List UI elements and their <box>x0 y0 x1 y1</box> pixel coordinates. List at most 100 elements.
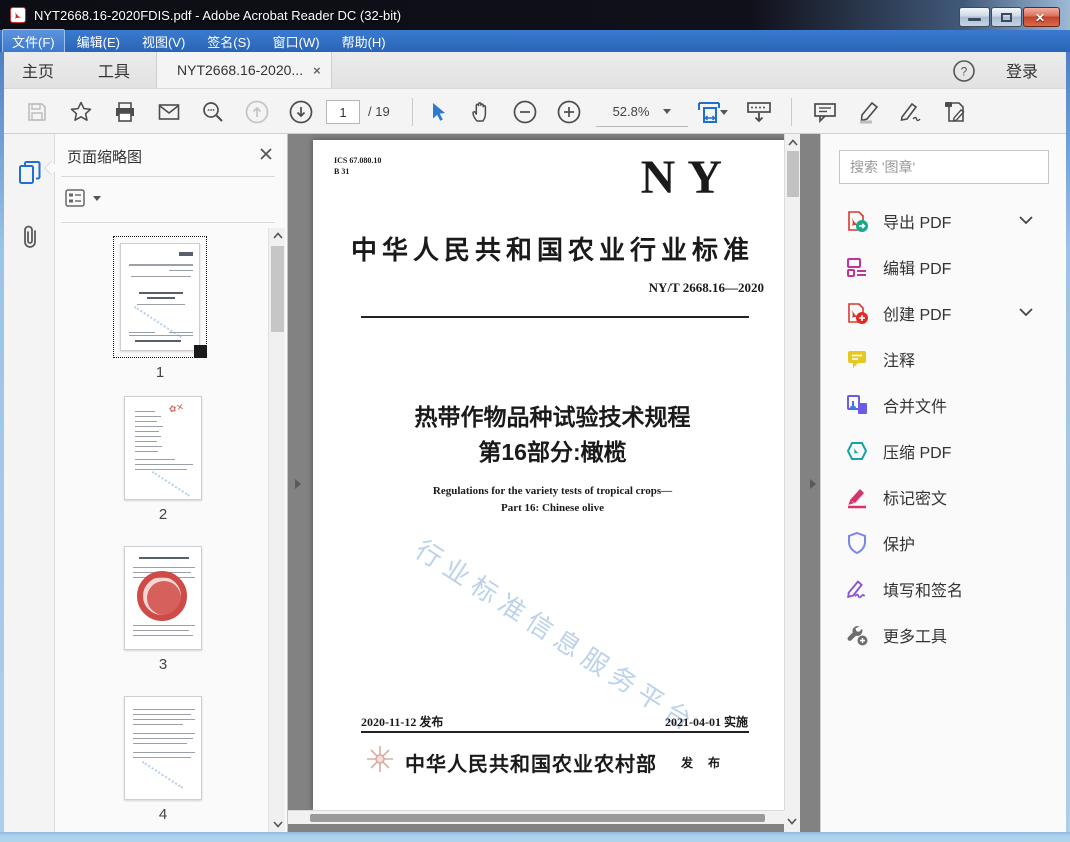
reading-mode-icon <box>747 102 771 123</box>
login-button[interactable]: 登录 <box>1006 52 1038 88</box>
comment-button[interactable] <box>810 97 840 127</box>
tab-close-icon[interactable]: × <box>313 63 321 78</box>
tool-label: 创建 PDF <box>883 307 952 324</box>
scrollbar-thumb[interactable] <box>787 151 799 197</box>
tool-label: 更多工具 <box>883 629 948 646</box>
close-button[interactable]: ✕ <box>1023 7 1060 27</box>
chevron-down-icon[interactable] <box>1019 212 1033 230</box>
hand-tool-button[interactable] <box>466 97 496 127</box>
tab-bar: 主页 工具 NYT2668.16-2020... × ? 登录 <box>4 52 1066 88</box>
chevron-down-icon[interactable] <box>720 110 728 115</box>
scrollbar-thumb[interactable] <box>310 814 765 822</box>
help-button[interactable]: ? <box>952 59 976 83</box>
previous-page-button[interactable] <box>242 97 272 127</box>
english-subtitle-line1: Regulations for the variety tests of tro… <box>432 485 673 497</box>
thumbnail-panel-scrollbar[interactable] <box>268 228 285 832</box>
zoom-out-button[interactable] <box>510 97 540 127</box>
thumbnail-page-4[interactable]: 4 <box>124 696 202 823</box>
print-button[interactable] <box>110 97 140 127</box>
next-page-button[interactable] <box>286 97 316 127</box>
right-panel-collapse-handle[interactable] <box>807 471 819 497</box>
tool-create-pdf[interactable]: 创建 PDF <box>821 290 1067 336</box>
reading-mode-button[interactable] <box>744 97 774 127</box>
maximize-button[interactable] <box>991 7 1022 27</box>
panel-close-button[interactable] <box>255 143 277 165</box>
page-thumbnails-rail-button[interactable] <box>15 158 45 188</box>
chevron-down-icon <box>93 195 101 201</box>
minimize-button[interactable] <box>959 7 990 27</box>
standard-heading: 中华人民共和国农业行业标准 <box>350 236 754 265</box>
options-list-icon <box>65 189 85 207</box>
email-button[interactable] <box>154 97 184 127</box>
search-button[interactable] <box>198 97 228 127</box>
tab-tools[interactable]: 工具 <box>92 52 136 88</box>
thumbnail-page-1[interactable]: 1 <box>113 236 207 381</box>
tool-label: 填写和签名 <box>883 583 964 600</box>
select-tool-button[interactable] <box>424 97 454 127</box>
scroll-up-arrow[interactable] <box>785 135 801 150</box>
tool-combine-files[interactable]: 合并文件 <box>821 382 1067 428</box>
thumbnail-page-2[interactable]: ✿✕ 2 <box>124 396 202 523</box>
tool-redact[interactable]: 标记密文 <box>821 474 1067 520</box>
star-button[interactable] <box>66 97 96 127</box>
zoom-level-dropdown[interactable]: 52.8% <box>596 97 688 127</box>
scroll-up-arrow[interactable] <box>269 228 286 243</box>
menu-help[interactable]: 帮助(H) <box>332 29 396 54</box>
navigation-rail <box>4 134 55 832</box>
scrollbar-thumb[interactable] <box>271 246 284 332</box>
save-button[interactable] <box>22 97 52 127</box>
fill-sign-toolbar-button[interactable] <box>897 97 927 127</box>
scroll-down-arrow[interactable] <box>784 810 800 832</box>
tool-fill-sign[interactable]: 填写和签名 <box>821 566 1067 612</box>
print-icon <box>116 102 134 122</box>
panel-title: 页面缩略图 <box>67 149 143 166</box>
highlight-button[interactable] <box>854 97 884 127</box>
window-border-bottom <box>0 832 1070 842</box>
comment-bubble-icon <box>845 347 869 371</box>
page-count-label: / 19 <box>368 104 390 119</box>
attachments-rail-button[interactable] <box>15 222 45 252</box>
tool-label: 编辑 PDF <box>883 261 952 278</box>
left-panel-collapse-handle[interactable] <box>292 471 304 497</box>
close-icon: ✕ <box>1035 11 1046 25</box>
tools-search-input[interactable] <box>839 150 1049 184</box>
menu-window[interactable]: 窗口(W) <box>263 29 330 54</box>
tool-compress-pdf[interactable]: 压缩 PDF <box>821 428 1067 474</box>
tab-document[interactable]: NYT2668.16-2020... × <box>156 52 332 88</box>
tool-export-pdf[interactable]: 导出 PDF <box>821 198 1067 244</box>
document-vertical-scrollbar[interactable] <box>784 134 800 810</box>
thumbnail-selection-border <box>113 236 207 358</box>
scroll-down-arrow[interactable] <box>269 817 286 832</box>
thumbnail-page-image: ✿✕ <box>124 396 202 500</box>
chevron-down-icon[interactable] <box>1019 304 1033 322</box>
tool-comment[interactable]: 注释 <box>821 336 1067 382</box>
tools-panel: 导出 PDF 编辑 PDF 创建 PDF <box>820 134 1066 832</box>
star-icon <box>70 101 92 121</box>
ics-classification: ICS 67.080.10 B 31 <box>334 156 382 176</box>
tool-label: 注释 <box>883 353 916 370</box>
page-edit-icon <box>945 102 965 122</box>
page-number-input[interactable] <box>326 100 360 124</box>
tool-label: 压缩 PDF <box>883 445 952 462</box>
thumbnail-options-button[interactable] <box>65 186 105 210</box>
document-horizontal-scrollbar[interactable] <box>288 810 784 824</box>
menu-sign[interactable]: 签名(S) <box>197 29 260 54</box>
shield-icon <box>845 531 869 555</box>
fill-sign-icon <box>845 577 869 601</box>
menu-view[interactable]: 视图(V) <box>132 29 195 54</box>
arrow-down-circle-icon <box>289 100 313 124</box>
stamp-edit-button[interactable] <box>940 97 970 127</box>
tool-label: 保护 <box>883 537 916 554</box>
tool-edit-pdf[interactable]: 编辑 PDF <box>821 244 1067 290</box>
menu-file[interactable]: 文件(F) <box>2 28 65 54</box>
page-thumbnails-panel: 页面缩略图 1 ✿✕ 2 3 4 <box>55 134 288 832</box>
menu-edit[interactable]: 编辑(E) <box>67 29 130 54</box>
save-icon <box>28 103 46 121</box>
zoom-in-button[interactable] <box>554 97 584 127</box>
thumbnail-page-3[interactable]: 3 <box>124 546 202 673</box>
redact-marker-icon <box>845 485 869 509</box>
tool-protect[interactable]: 保护 <box>821 520 1067 566</box>
tool-more-tools[interactable]: 更多工具 <box>821 612 1067 658</box>
tab-home[interactable]: 主页 <box>16 52 60 88</box>
edit-pdf-icon <box>845 255 869 279</box>
